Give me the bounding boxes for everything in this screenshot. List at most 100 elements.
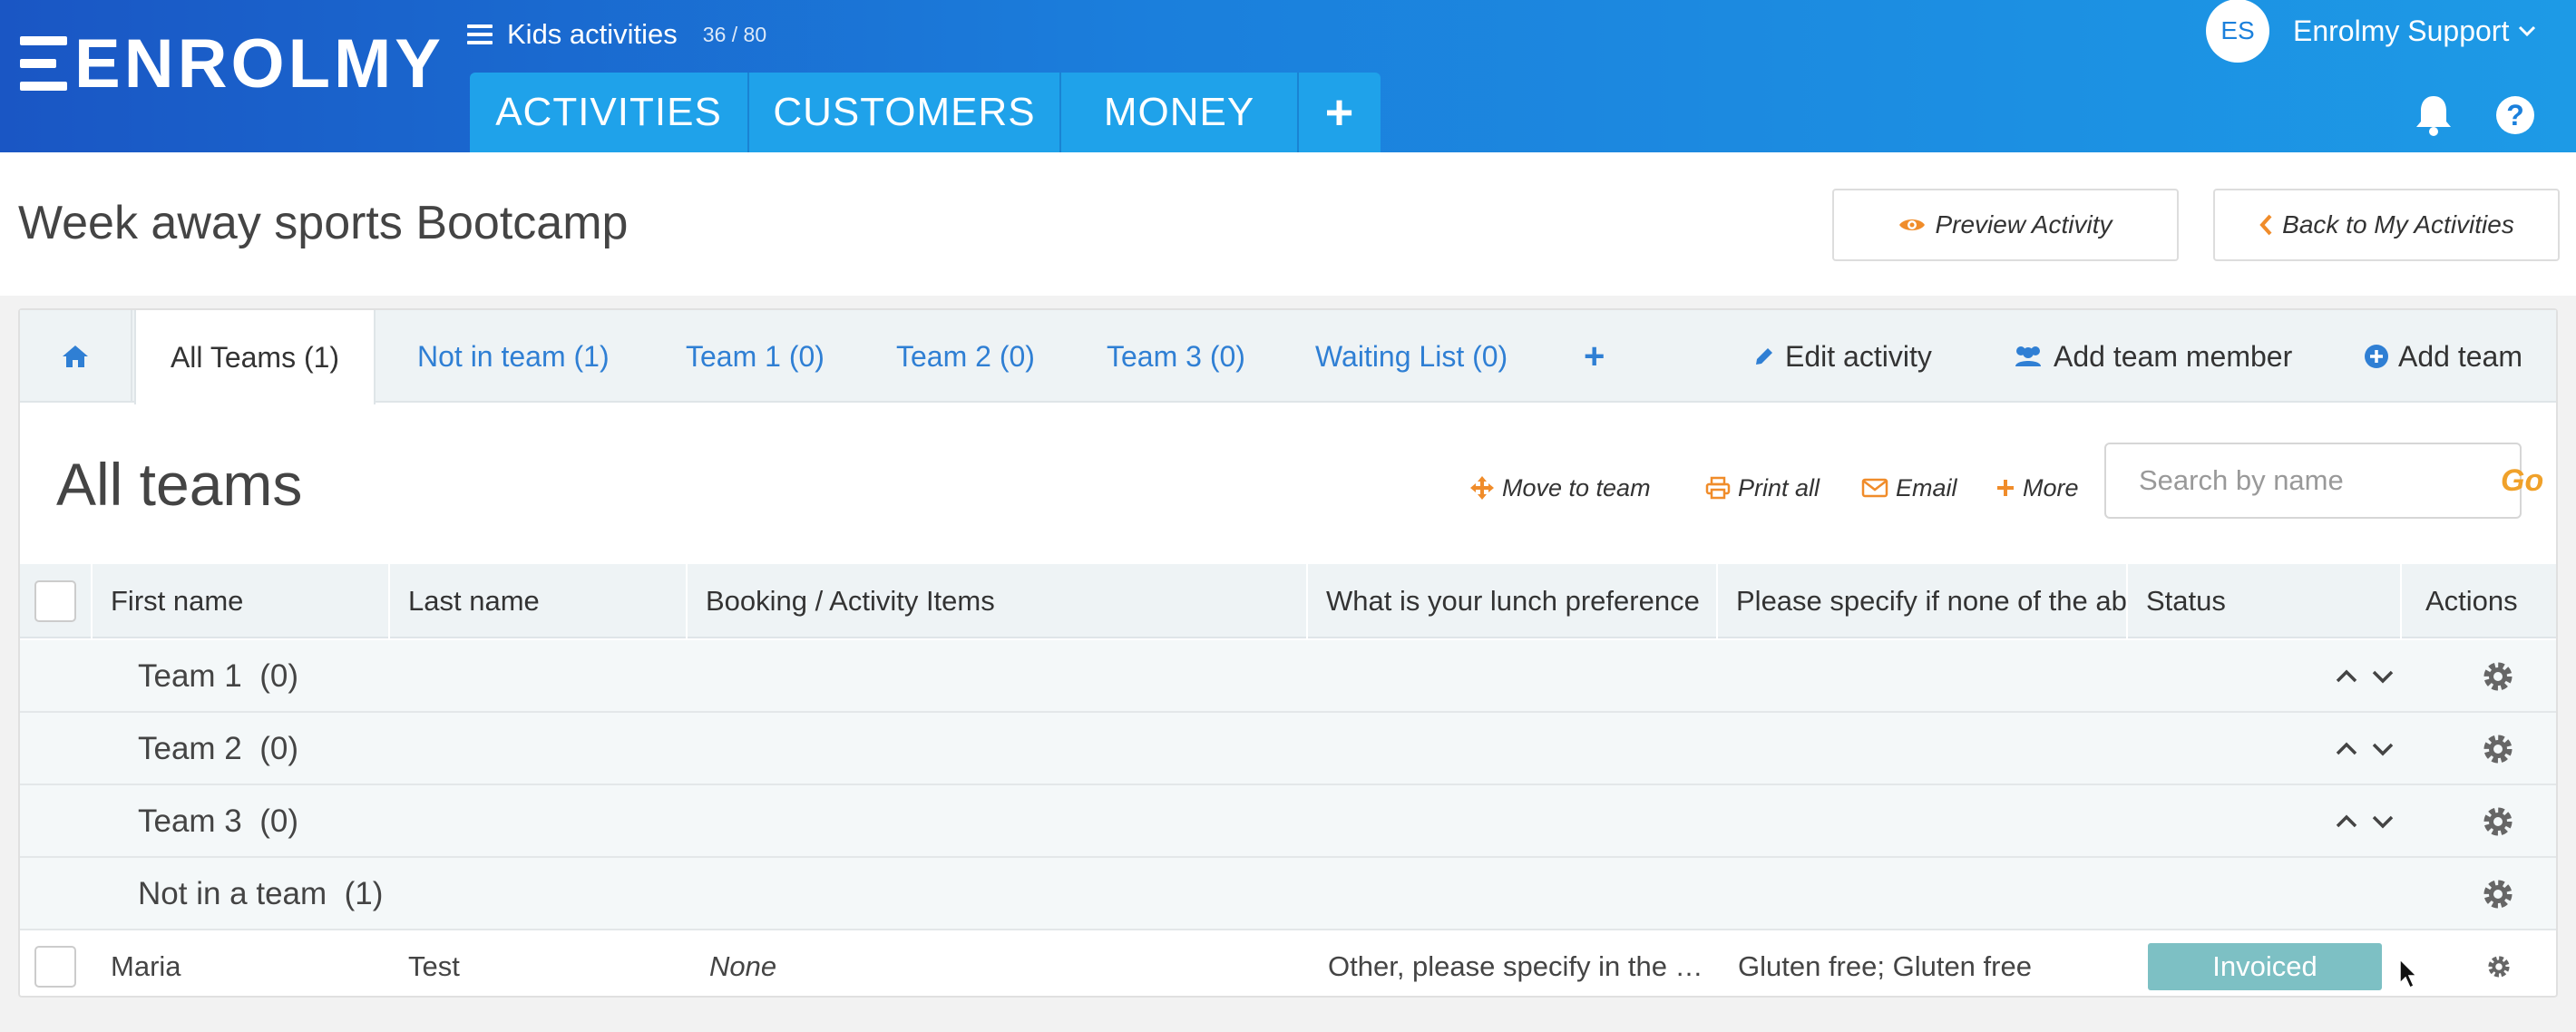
tab-team-2[interactable]: Team 2 (0) — [896, 310, 1035, 403]
row-checkbox[interactable] — [34, 946, 76, 988]
team-group-label: Team 2 (0) — [138, 713, 298, 785]
tab-waiting-list[interactable]: Waiting List (0) — [1315, 310, 1508, 403]
search-box: Go — [2104, 443, 2543, 519]
cell-booking-items: None — [709, 950, 777, 982]
team-group-row: Not in a team (1) — [20, 858, 2556, 930]
column-lunch-preference[interactable]: What is your lunch preference — [1308, 564, 1718, 638]
edit-activity-button[interactable]: Edit activity — [1752, 310, 1932, 403]
team-group-name: Not in a team — [138, 876, 327, 911]
select-all-checkbox[interactable] — [34, 580, 76, 622]
print-all-button[interactable]: Print all — [1705, 470, 1820, 506]
more-button[interactable]: More — [1995, 470, 2079, 506]
chevron-down-icon — [2519, 25, 2536, 37]
column-booking-items[interactable]: Booking / Activity Items — [688, 564, 1308, 638]
chevron-up-icon[interactable] — [2335, 813, 2358, 830]
user-menu[interactable]: ES Enrolmy Support — [2206, 0, 2536, 63]
team-group-actions[interactable] — [2480, 640, 2516, 713]
search-go-button[interactable]: Go — [2501, 463, 2543, 499]
tab-add-button[interactable]: + — [1584, 310, 1605, 403]
team-group-sorters — [2335, 785, 2395, 858]
chevron-down-icon[interactable] — [2371, 741, 2395, 757]
add-team-member-button[interactable]: Add team member — [2012, 310, 2292, 403]
row-actions[interactable] — [2485, 930, 2513, 1003]
chevron-down-icon[interactable] — [2371, 813, 2395, 830]
team-group-label: Team 1 (0) — [138, 640, 298, 713]
column-status[interactable]: Status — [2128, 564, 2402, 638]
eye-icon — [1899, 219, 1926, 230]
page-title: Week away sports Bootcamp — [18, 197, 629, 249]
plus-icon — [1997, 480, 2014, 496]
email-label: Email — [1896, 473, 1957, 501]
tab-all-teams[interactable]: All Teams (1) — [134, 310, 376, 404]
gear-icon — [2483, 735, 2513, 764]
column-first-name[interactable]: First name — [93, 564, 390, 638]
team-group-count: (1) — [344, 876, 384, 911]
envelope-icon — [1861, 478, 1888, 498]
preview-activity-label: Preview Activity — [1935, 210, 2113, 239]
teams-tab-bar: All Teams (1) Not in team (1) Team 1 (0)… — [20, 310, 2556, 404]
add-team-button[interactable]: Add team — [2364, 310, 2522, 403]
plus-circle-icon — [2365, 345, 2388, 368]
gear-icon — [2488, 956, 2510, 978]
context-switcher[interactable]: Kids activities 36 / 80 — [467, 15, 766, 54]
chevron-up-icon[interactable] — [2335, 668, 2358, 685]
select-all-cell — [20, 564, 93, 638]
team-group-actions[interactable] — [2480, 713, 2516, 785]
section-title: All teams — [56, 451, 303, 518]
main-nav: ACTIVITIES CUSTOMERS MONEY + — [470, 73, 1381, 152]
cell-last-name: Test — [408, 950, 460, 982]
team-group-name: Team 3 — [138, 803, 242, 839]
chevron-down-icon[interactable] — [2371, 668, 2395, 685]
chevron-left-icon — [2259, 214, 2272, 236]
logo-text: ENROLMY — [74, 24, 444, 102]
add-team-member-label: Add team member — [2054, 339, 2293, 373]
cell-specify-other: Gluten free; Gluten free — [1738, 950, 2032, 982]
status-badge: Invoiced — [2148, 943, 2382, 990]
cell-lunch-preference: Other, please specify in the … — [1328, 950, 1703, 982]
cell-first-name: Maria — [111, 950, 181, 982]
search-input[interactable] — [2139, 464, 2501, 497]
hamburger-menu-icon[interactable] — [467, 24, 493, 44]
nav-add-button[interactable]: + — [1299, 73, 1381, 152]
avatar: ES — [2206, 0, 2269, 63]
team-group-label: Team 3 (0) — [138, 785, 298, 858]
table-row[interactable]: Maria Test None Other, please specify in… — [20, 930, 2556, 1003]
team-group-sorters — [2335, 640, 2395, 713]
user-name: Enrolmy Support — [2293, 14, 2510, 47]
home-icon — [63, 346, 88, 367]
tab-team-1[interactable]: Team 1 (0) — [686, 310, 825, 403]
bell-icon[interactable] — [2413, 92, 2454, 138]
email-button[interactable]: Email — [1861, 470, 1957, 506]
preview-activity-button[interactable]: Preview Activity — [1832, 189, 2179, 261]
help-icon[interactable]: ? — [2496, 96, 2534, 134]
tab-team-3[interactable]: Team 3 (0) — [1107, 310, 1245, 403]
section-header: All teams Move to team Print all Email M… — [20, 404, 2556, 566]
nav-tab-money[interactable]: MONEY — [1061, 73, 1299, 152]
team-group-actions[interactable] — [2480, 785, 2516, 858]
enrolmy-logo[interactable]: ENROLMY — [20, 24, 444, 102]
mouse-pointer-icon — [2399, 958, 2418, 989]
gear-icon — [2483, 880, 2513, 909]
column-last-name[interactable]: Last name — [390, 564, 688, 638]
move-to-team-label: Move to team — [1502, 473, 1651, 501]
app-header: ENROLMY Kids activities 36 / 80 ACTIVITI… — [0, 0, 2576, 152]
nav-tab-customers[interactable]: CUSTOMERS — [749, 73, 1061, 152]
team-group-row: Team 3 (0) — [20, 785, 2556, 858]
team-group-count: (0) — [259, 803, 299, 839]
team-group-actions[interactable] — [2480, 858, 2516, 930]
tab-not-in-team[interactable]: Not in team (1) — [417, 310, 610, 403]
chevron-up-icon[interactable] — [2335, 741, 2358, 757]
pencil-icon — [1756, 348, 1772, 365]
tab-home[interactable] — [20, 310, 132, 403]
context-title: Kids activities — [507, 18, 678, 50]
gear-icon — [2483, 662, 2513, 691]
print-all-label: Print all — [1738, 473, 1820, 501]
column-actions: Actions — [2425, 585, 2518, 617]
nav-tab-activities[interactable]: ACTIVITIES — [470, 73, 749, 152]
title-bar: Week away sports Bootcamp Preview Activi… — [0, 152, 2576, 296]
move-to-team-button[interactable]: Move to team — [1469, 470, 1651, 506]
back-to-activities-button[interactable]: Back to My Activities — [2213, 189, 2560, 261]
column-specify-other[interactable]: Please specify if none of the above — [1718, 564, 2128, 638]
team-group-name: Team 1 — [138, 658, 242, 694]
logo-e-mark-icon — [20, 36, 67, 91]
